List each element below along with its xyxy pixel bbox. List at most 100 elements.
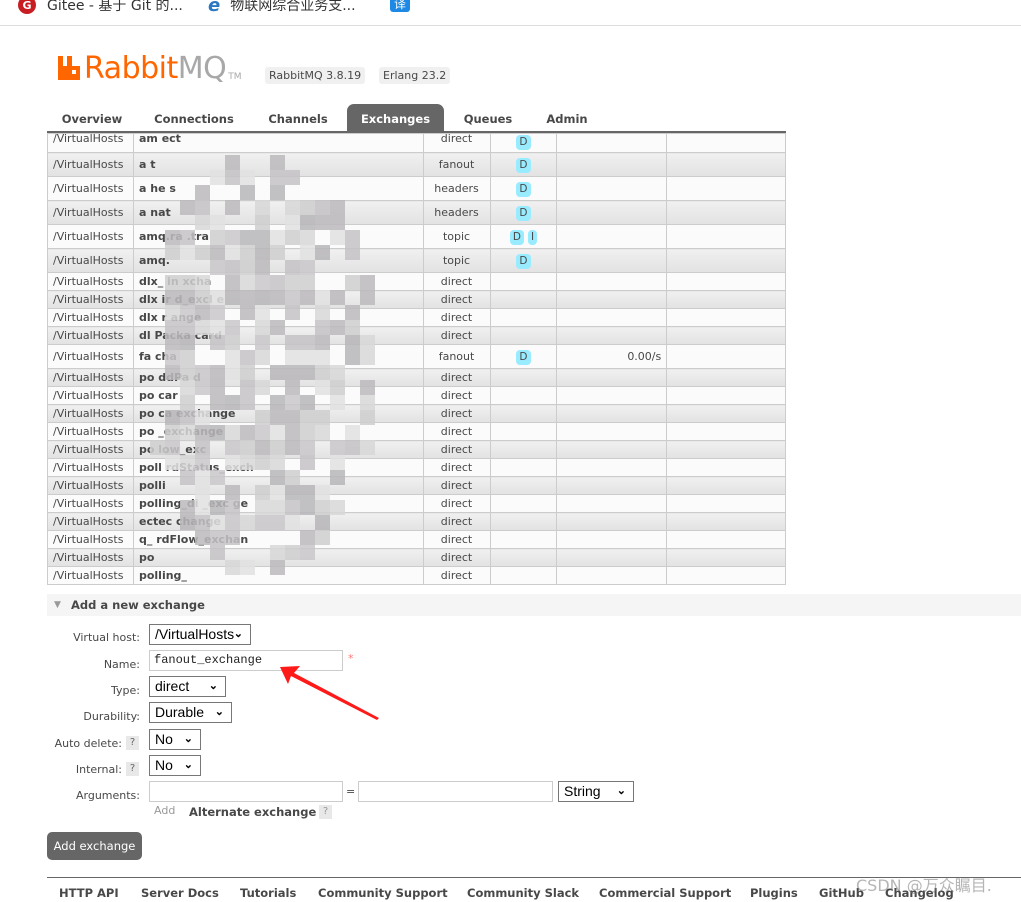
argument-value-input[interactable] — [358, 781, 553, 802]
table-row[interactable]: /VirtualHosts po car direct — [47, 386, 786, 405]
table-row[interactable]: /VirtualHosts po ddPa d direct — [47, 368, 786, 387]
type-label: Type: — [111, 684, 140, 697]
add-exchange-section-toggle[interactable]: ▼ Add a new exchange — [47, 594, 1021, 616]
exchange-name-link[interactable]: fa cha — [132, 344, 424, 369]
exchange-name-link[interactable]: polling_ — [132, 566, 424, 585]
exchange-name-link[interactable]: dlx_ in xcha — [132, 272, 424, 291]
table-row[interactable]: /VirtualHosts polling_di _exc ge direct — [47, 494, 786, 513]
exchange-name-link[interactable]: dl Packa card — [132, 326, 424, 345]
durable-badge: D — [516, 254, 531, 269]
exchange-name-link[interactable]: dlx ir d_excl e — [132, 290, 424, 309]
exchange-name-link[interactable]: po car — [132, 386, 424, 405]
exchange-name-link[interactable]: poll rdStatus_exch — [132, 458, 424, 477]
bookmarks-bar: G Gitee - 基于 Git 的... e 物联网综合业务支... 译 — [0, 0, 1021, 26]
tab-overview[interactable]: Overview — [47, 104, 137, 132]
rabbitmq-logo[interactable]: Rabbit MQ TM — [58, 50, 242, 84]
argument-key-input[interactable] — [149, 781, 343, 802]
table-row[interactable]: /VirtualHosts a nat headers D — [47, 200, 786, 225]
footer-link-community-slack[interactable]: Community Slack — [467, 886, 579, 900]
rabbit-logo-icon — [58, 56, 80, 80]
exchange-name-link[interactable]: po ca exchange — [132, 404, 424, 423]
bookmark-iot[interactable]: e 物联网综合业务支... — [208, 0, 356, 16]
exchange-name-link[interactable]: dlx r ange — [132, 308, 424, 327]
exchange-name-link[interactable]: a t — [132, 152, 424, 177]
type-cell: direct — [422, 458, 491, 477]
table-row[interactable]: /VirtualHosts dl Packa card direct — [47, 326, 786, 345]
exchange-name-link[interactable]: po — [132, 548, 424, 567]
vhost-cell: /VirtualHosts — [47, 200, 134, 225]
table-row[interactable]: /VirtualHosts po low_exc direct — [47, 440, 786, 459]
table-row[interactable]: /VirtualHosts dlx_ in xcha direct — [47, 272, 786, 291]
type-select[interactable]: direct ⌄ — [149, 676, 226, 697]
footer-link-tutorials[interactable]: Tutorials — [240, 886, 296, 900]
features-cell — [489, 422, 558, 441]
add-exchange-button[interactable]: Add exchange — [47, 832, 142, 860]
main-tabs: Overview Connections Channels Exchanges … — [47, 104, 1021, 132]
features-cell — [489, 548, 558, 567]
durability-value: Durable — [155, 704, 205, 720]
features-cell — [489, 530, 558, 549]
exchange-name-link[interactable]: polli — [132, 476, 424, 495]
auto-delete-select[interactable]: No ⌄ — [149, 729, 201, 750]
exchange-name-link[interactable]: amq.ra .tra — [132, 224, 424, 249]
exchange-name-link[interactable]: po _exchange — [132, 422, 424, 441]
footer-link-commercial-support[interactable]: Commercial Support — [599, 886, 731, 900]
message-rate-in-cell — [556, 422, 668, 441]
table-row[interactable]: /VirtualHosts fa cha fanout D 0.00/s — [47, 344, 786, 369]
exchange-name-link[interactable]: polling_di _exc ge — [132, 494, 424, 513]
vhost-cell: /VirtualHosts — [47, 224, 134, 249]
table-row[interactable]: /VirtualHosts poll rdStatus_exch direct — [47, 458, 786, 477]
chevron-down-icon: ⌄ — [233, 628, 243, 640]
table-row[interactable]: /VirtualHosts po _exchange direct — [47, 422, 786, 441]
exchange-name-link[interactable]: amq. — [132, 248, 424, 273]
translate-icon[interactable]: 译 — [390, 0, 410, 12]
tab-exchanges[interactable]: Exchanges — [347, 104, 444, 132]
table-row[interactable]: /VirtualHosts dlx ir d_excl e direct — [47, 290, 786, 309]
table-row[interactable]: /VirtualHosts a he s headers D — [47, 176, 786, 201]
footer-link-server-docs[interactable]: Server Docs — [141, 886, 219, 900]
type-cell: fanout — [422, 152, 491, 177]
exchange-name-link[interactable]: po ddPa d — [132, 368, 424, 387]
table-row[interactable]: /VirtualHosts polling_ direct — [47, 566, 786, 585]
exchange-name-link[interactable]: ectec change — [132, 512, 424, 531]
table-row[interactable]: /VirtualHosts polli direct — [47, 476, 786, 495]
exchange-name-link[interactable]: q_ rdFlow_exchan — [132, 530, 424, 549]
footer-link-community-support[interactable]: Community Support — [318, 886, 448, 900]
tab-queues[interactable]: Queues — [449, 104, 527, 132]
tab-channels[interactable]: Channels — [254, 104, 342, 132]
alternate-exchange-help-icon[interactable]: ? — [319, 805, 332, 819]
exchange-name-link[interactable]: a nat — [132, 200, 424, 225]
type-cell: topic — [422, 224, 491, 249]
exchange-name-link[interactable]: a he s — [132, 176, 424, 201]
table-row[interactable]: /VirtualHosts am ect direct D — [47, 133, 786, 153]
table-row[interactable]: /VirtualHosts po ca exchange direct — [47, 404, 786, 423]
durability-select[interactable]: Durable ⌄ — [149, 702, 232, 723]
tab-connections[interactable]: Connections — [144, 104, 244, 132]
internal-select[interactable]: No ⌄ — [149, 755, 201, 776]
auto-delete-value: No — [155, 731, 173, 747]
type-cell: direct — [422, 368, 491, 387]
bookmark-gitee[interactable]: G Gitee - 基于 Git 的... — [18, 0, 183, 15]
table-row[interactable]: /VirtualHosts amq. topic D — [47, 248, 786, 273]
tab-admin[interactable]: Admin — [532, 104, 602, 132]
footer-link-plugins[interactable]: Plugins — [750, 886, 798, 900]
auto-delete-help-icon[interactable]: ? — [126, 736, 139, 750]
virtual-host-select[interactable]: /VirtualHosts ⌄ — [149, 624, 251, 645]
footer-link-http-api[interactable]: HTTP API — [59, 886, 119, 900]
add-argument-link[interactable]: Add — [154, 804, 175, 817]
type-cell: direct — [422, 386, 491, 405]
internal-help-icon[interactable]: ? — [126, 762, 139, 776]
table-row[interactable]: /VirtualHosts q_ rdFlow_exchan direct — [47, 530, 786, 549]
features-cell — [489, 272, 558, 291]
table-row[interactable]: /VirtualHosts amq.ra .tra topic D I — [47, 224, 786, 249]
table-row[interactable]: /VirtualHosts dlx r ange direct — [47, 308, 786, 327]
table-row[interactable]: /VirtualHosts ectec change direct — [47, 512, 786, 531]
argument-type-select[interactable]: String ⌄ — [558, 781, 634, 802]
exchange-name-link[interactable]: am ect — [132, 133, 424, 153]
table-row[interactable]: /VirtualHosts a t fanout D — [47, 152, 786, 177]
durable-badge: D — [516, 135, 531, 150]
exchange-name-link[interactable]: po low_exc — [132, 440, 424, 459]
message-rate-in-cell — [556, 224, 668, 249]
alternate-exchange-link[interactable]: Alternate exchange — [189, 805, 316, 819]
table-row[interactable]: /VirtualHosts po direct — [47, 548, 786, 567]
